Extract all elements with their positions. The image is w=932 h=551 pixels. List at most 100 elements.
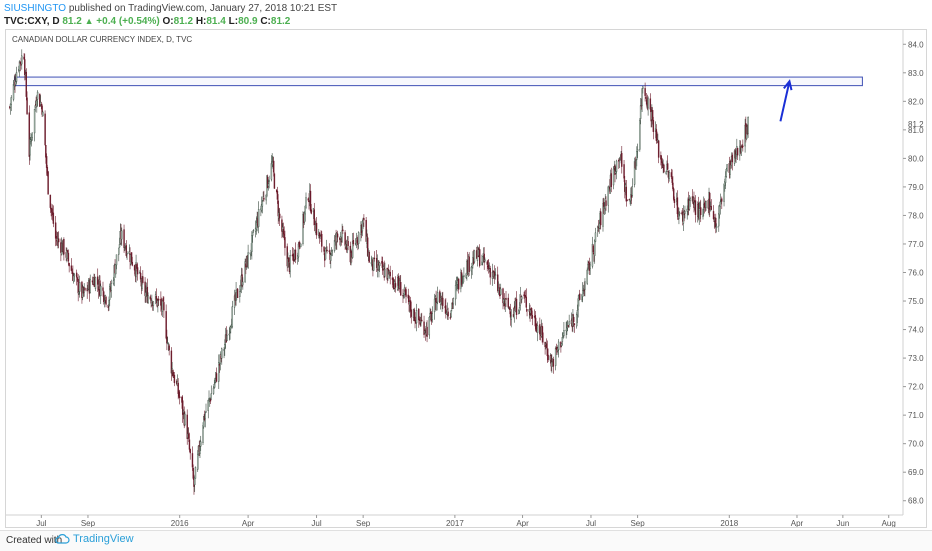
- candle-body: [130, 252, 133, 263]
- candle-body: [149, 296, 152, 300]
- low-label: L:: [228, 16, 239, 27]
- time-axis[interactable]: Jul Sep 2016 Apr Jul Sep 2017 Apr Jul Sep 2018 Apr J…: [6, 514, 903, 527]
- candle-body: [419, 322, 421, 326]
- price-axis[interactable]: 84.083.082.081.080.079.078.077.076.075.0…: [902, 30, 924, 515]
- candle-body: [566, 327, 568, 332]
- candle-body: [78, 282, 81, 292]
- close-label: C:: [260, 16, 271, 27]
- candle-body: [526, 309, 528, 311]
- candle-body: [515, 298, 518, 315]
- candle-body: [431, 313, 434, 320]
- author-link[interactable]: SIUSHINGTO: [4, 3, 66, 14]
- candle-body: [212, 387, 215, 394]
- price-chart[interactable]: CANADIAN DOLLAR CURRENCY INDEX, D, TVC 8…: [6, 30, 926, 527]
- candle-body: [289, 255, 291, 272]
- candle-body: [672, 188, 675, 200]
- candle-body: [531, 314, 534, 319]
- candle-body: [626, 199, 628, 202]
- candle-body: [641, 88, 643, 106]
- candle-body: [598, 223, 600, 229]
- candle-body: [251, 231, 254, 236]
- y-tick-label: 82.0: [908, 97, 924, 106]
- candle-body: [388, 269, 390, 272]
- price-change: +0.4 (+0.54%): [96, 16, 160, 27]
- publication-line: SIUSHINGTO published on TradingView.com,…: [4, 3, 337, 14]
- candle-body: [378, 265, 380, 271]
- candle-body: [228, 333, 231, 336]
- candle-body: [142, 276, 144, 283]
- candle-body: [578, 293, 581, 300]
- candle-body: [668, 171, 670, 179]
- candle-body: [581, 290, 584, 297]
- candle-body: [55, 236, 58, 239]
- candle-body: [542, 332, 544, 343]
- candle-body: [73, 274, 76, 277]
- candle-body: [54, 222, 57, 239]
- candle-body: [603, 202, 605, 207]
- tradingview-brand[interactable]: TradingView: [54, 533, 134, 545]
- chart-header: SIUSHINGTO published on TradingView.com,…: [0, 0, 932, 30]
- y-tick-label: 79.0: [908, 183, 924, 192]
- y-tick-label: 84.0: [908, 40, 924, 49]
- candle-body: [278, 213, 281, 219]
- low-value: 80.9: [238, 16, 258, 27]
- candle-body: [323, 246, 325, 252]
- y-tick-label: 78.0: [908, 211, 924, 220]
- x-tick-label: Aug: [882, 519, 896, 527]
- candle-body: [433, 298, 436, 313]
- x-tick-label: 2016: [171, 519, 189, 527]
- candle-body: [251, 235, 253, 252]
- candle-body: [600, 211, 602, 226]
- candle-body: [518, 307, 521, 312]
- candle-body: [319, 236, 321, 239]
- candle-body: [166, 342, 169, 344]
- candle-body: [494, 274, 497, 276]
- candle-body: [389, 271, 391, 277]
- candle-body: [102, 287, 104, 291]
- candle-body: [223, 349, 225, 351]
- x-tick-label: Apr: [791, 519, 804, 527]
- candle-body: [157, 298, 160, 301]
- candle-body: [666, 163, 669, 170]
- candle-body: [545, 343, 548, 349]
- candle-body: [647, 97, 649, 109]
- candle-body: [442, 297, 444, 306]
- candle-body: [584, 281, 586, 290]
- candle-body: [557, 341, 560, 350]
- candle-body: [152, 301, 155, 306]
- y-tick-label: 76.0: [908, 269, 924, 278]
- candle-body: [498, 288, 500, 290]
- brand-name: TradingView: [73, 533, 134, 545]
- candle-body: [70, 265, 73, 271]
- candle-body: [282, 229, 285, 235]
- candle-body: [49, 194, 52, 208]
- candle-body: [307, 198, 309, 201]
- candle-body: [510, 315, 512, 320]
- candle-body: [310, 209, 312, 214]
- candle-body: [42, 111, 44, 117]
- candle-body: [484, 259, 486, 262]
- candle-body: [575, 314, 578, 327]
- candle-body: [631, 186, 634, 196]
- candle-body: [505, 297, 507, 300]
- candle-body: [162, 298, 164, 302]
- candle-body: [718, 205, 721, 216]
- candle-body: [602, 203, 604, 227]
- footer: Created with TradingView: [0, 530, 932, 551]
- candle-body: [410, 309, 412, 317]
- last-price-label: 81.2: [908, 120, 924, 129]
- candle-body: [336, 233, 339, 238]
- candle-body: [644, 88, 646, 96]
- candle-body: [257, 209, 260, 227]
- candle-body: [400, 281, 402, 296]
- candle-body: [618, 159, 620, 162]
- candle-body: [67, 252, 70, 262]
- candle-body: [573, 323, 576, 325]
- y-tick-label: 71.0: [908, 411, 924, 420]
- candle-body: [94, 277, 97, 289]
- candle-body: [405, 289, 407, 297]
- candle-body: [539, 324, 541, 335]
- candle-body: [583, 289, 585, 292]
- candle-body: [197, 453, 199, 470]
- chart-frame[interactable]: CANADIAN DOLLAR CURRENCY INDEX, D, TVC 8…: [5, 29, 927, 528]
